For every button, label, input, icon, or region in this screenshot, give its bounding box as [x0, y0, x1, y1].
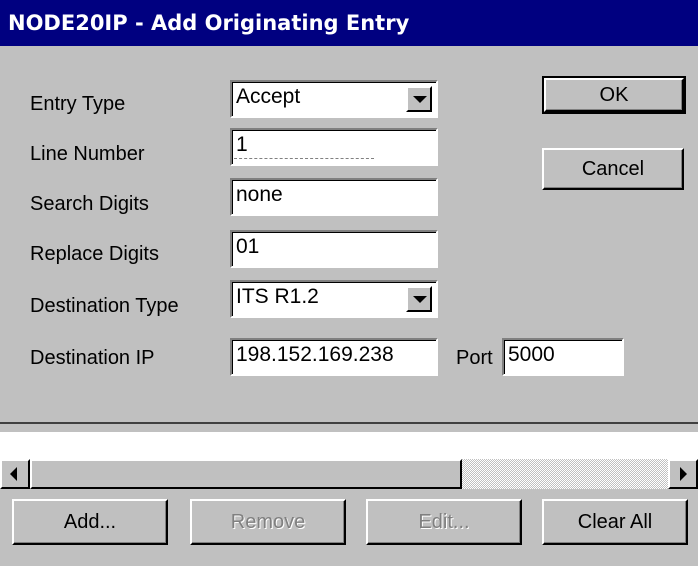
destination-type-value: ITS R1.2 [236, 285, 319, 308]
entry-type-label: Entry Type [30, 93, 126, 115]
remove-button[interactable]: Remove [190, 499, 346, 545]
search-digits-input[interactable]: none [230, 178, 438, 216]
destination-ip-value: 198.152.169.238 [236, 343, 394, 366]
replace-digits-value: 01 [236, 235, 260, 258]
separator [0, 422, 698, 424]
destination-ip-label: Destination IP [30, 347, 155, 369]
scroll-left-arrow-icon[interactable] [0, 459, 30, 489]
chevron-down-icon[interactable] [406, 86, 432, 112]
entry-type-select[interactable]: Accept [230, 80, 438, 118]
clear-all-button[interactable]: Clear All [542, 499, 688, 545]
add-originating-entry-dialog: NODE20IP - Add Originating Entry Entry T… [0, 0, 698, 432]
destination-type-select[interactable]: ITS R1.2 [230, 280, 438, 318]
replace-digits-label: Replace Digits [30, 243, 159, 265]
port-label: Port [456, 347, 493, 369]
scroll-right-arrow-icon[interactable] [668, 459, 698, 489]
dialog-title: NODE20IP - Add Originating Entry [0, 0, 698, 46]
horizontal-scrollbar[interactable] [0, 459, 698, 489]
add-button[interactable]: Add... [12, 499, 168, 545]
port-value: 5000 [508, 343, 555, 366]
action-bar: Add... Remove Edit... Clear All [0, 489, 698, 566]
focus-indicator [234, 158, 374, 159]
destination-type-label: Destination Type [30, 295, 179, 317]
chevron-down-icon[interactable] [406, 286, 432, 312]
replace-digits-input[interactable]: 01 [230, 230, 438, 268]
line-number-input[interactable]: 1 [230, 128, 438, 166]
edit-button[interactable]: Edit... [366, 499, 522, 545]
search-digits-label: Search Digits [30, 193, 149, 215]
destination-ip-input[interactable]: 198.152.169.238 [230, 338, 438, 376]
line-number-value: 1 [236, 133, 248, 156]
ok-button[interactable]: OK [542, 76, 686, 114]
port-input[interactable]: 5000 [502, 338, 624, 376]
search-digits-value: none [236, 183, 283, 206]
cancel-button[interactable]: Cancel [542, 148, 684, 190]
scrollbar-thumb[interactable] [30, 459, 462, 489]
line-number-label: Line Number [30, 143, 145, 165]
entry-type-value: Accept [236, 85, 301, 108]
